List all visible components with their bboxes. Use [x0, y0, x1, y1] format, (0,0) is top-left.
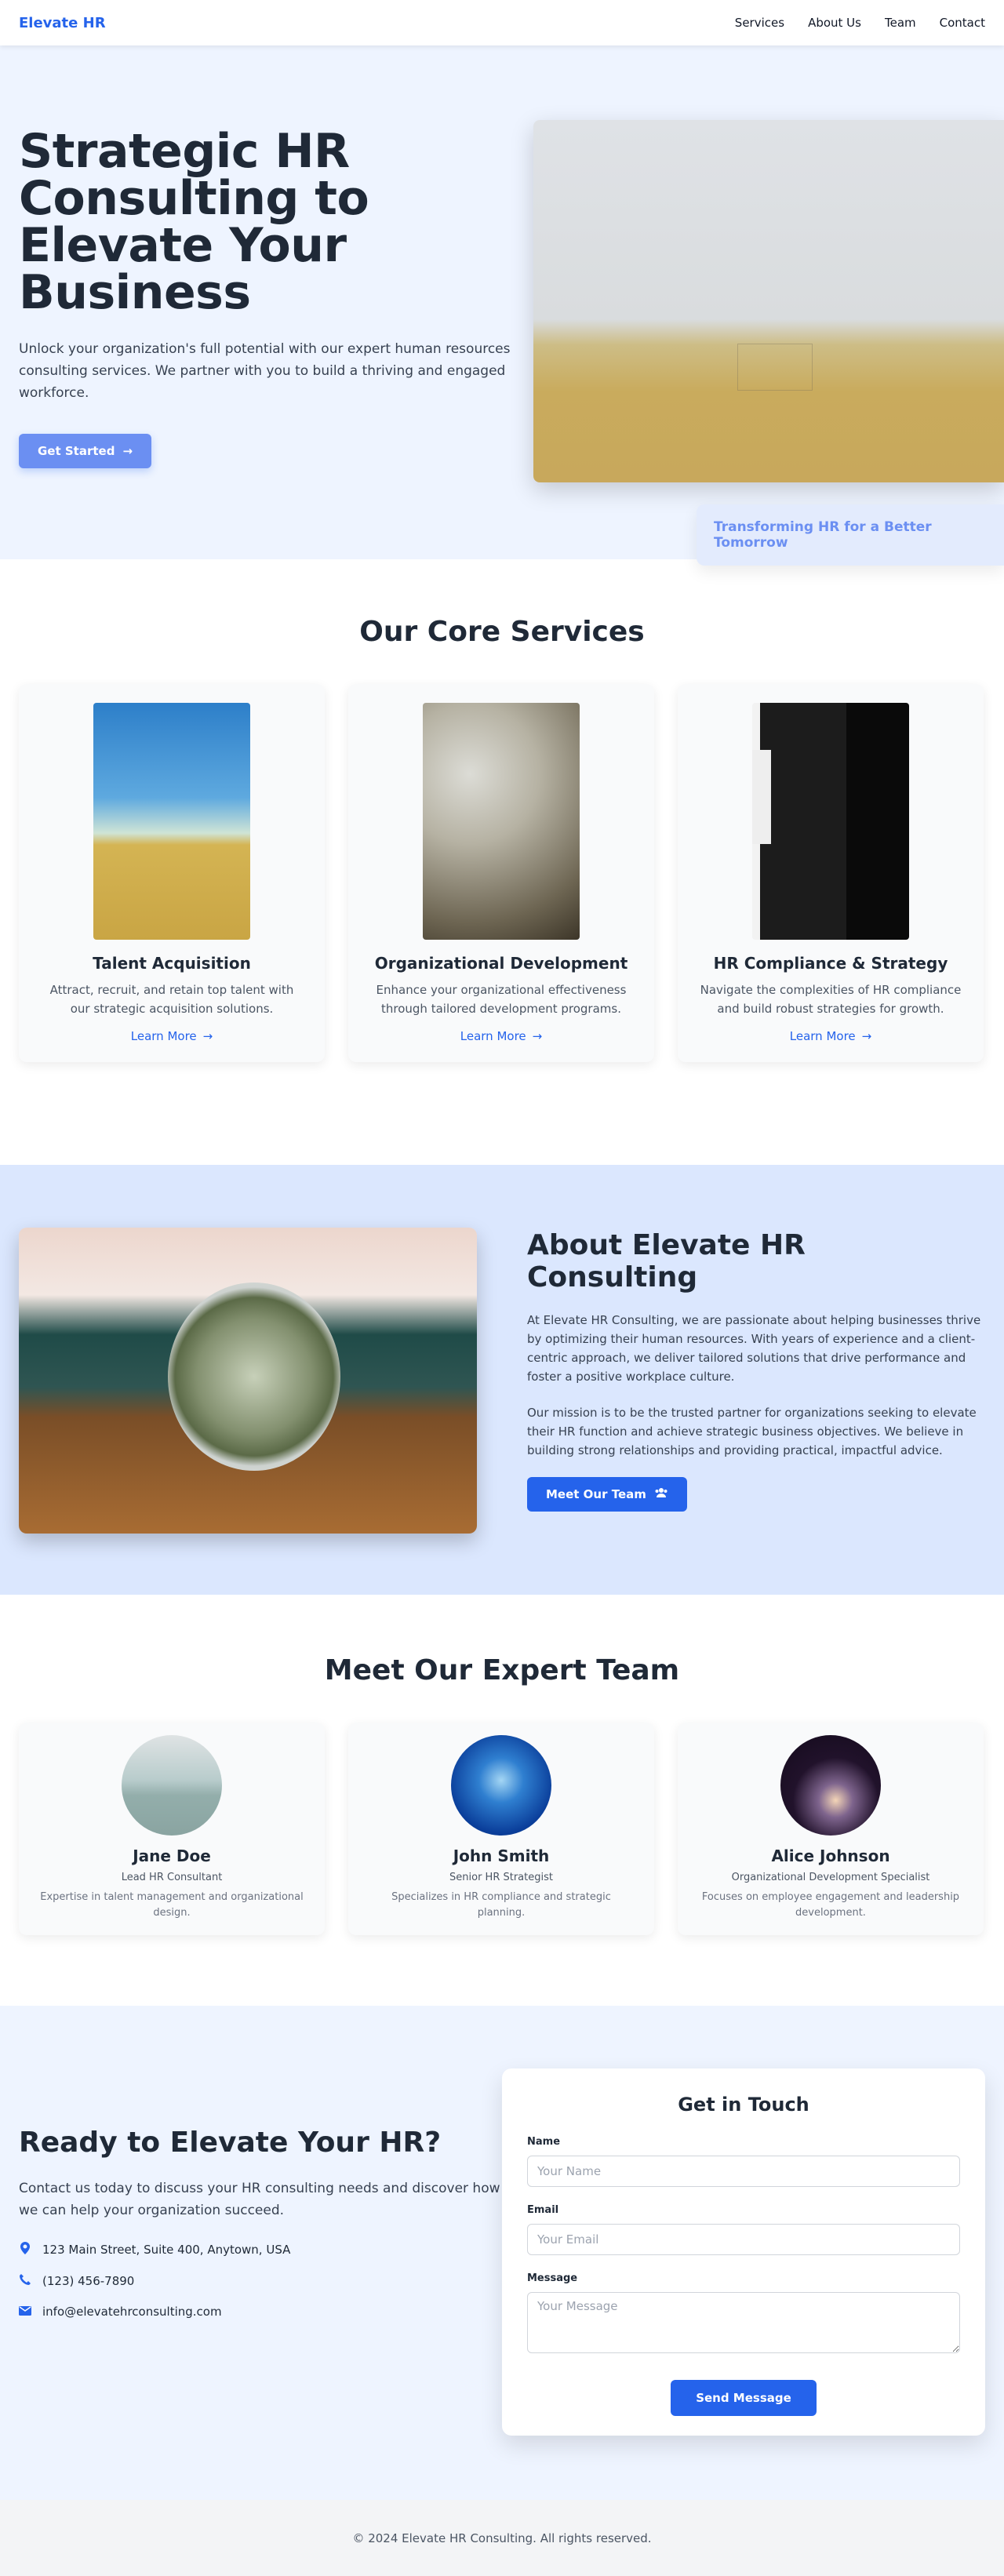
arrow-right-icon: →	[532, 1029, 543, 1043]
contact-phone: (123) 456-7890	[19, 2273, 505, 2289]
top-navigation: Elevate HR Services About Us Team Contac…	[0, 0, 1004, 45]
name-field[interactable]	[527, 2156, 960, 2187]
hero-caption: Transforming HR for a Better Tomorrow	[697, 504, 1004, 566]
arrow-right-icon: →	[861, 1029, 872, 1043]
nav-link-contact[interactable]: Contact	[940, 16, 985, 30]
about-paragraph-1: At Elevate HR Consulting, we are passion…	[527, 1313, 981, 1384]
get-started-button[interactable]: Get Started →	[19, 434, 152, 468]
member-role: Lead HR Consultant	[121, 1872, 223, 1883]
service-card-compliance: HR Compliance & Strategy Navigate the co…	[678, 684, 984, 1062]
services-title: Our Core Services	[359, 616, 645, 648]
service-title: HR Compliance & Strategy	[713, 954, 948, 973]
about-paragraph-2: Our mission is to be the trusted partner…	[527, 1406, 977, 1457]
service-card-talent: Talent Acquisition Attract, recruit, and…	[19, 684, 325, 1062]
member-name: Alice Johnson	[771, 1846, 890, 1865]
avatar	[122, 1735, 222, 1836]
form-title: Get in Touch	[678, 2094, 809, 2116]
contact-address: 123 Main Street, Suite 400, Anytown, USA	[19, 2242, 505, 2258]
learn-more-link[interactable]: Learn More →	[131, 1029, 213, 1043]
service-image-wheat-field	[93, 703, 250, 940]
meet-our-team-label: Meet Our Team	[546, 1487, 646, 1501]
map-marker-icon	[19, 2242, 31, 2258]
footer: © 2024 Elevate HR Consulting. All rights…	[0, 2500, 1004, 2576]
name-label: Name	[527, 2136, 561, 2148]
hero-section: Strategic HR Consulting to Elevate Your …	[0, 45, 1004, 566]
email-text[interactable]: info@elevatehrconsulting.com	[42, 2305, 222, 2319]
arrow-right-icon: →	[202, 1029, 213, 1043]
team-cards: Jane Doe Lead HR Consultant Expertise in…	[0, 1723, 1004, 1935]
brand-logo[interactable]: Elevate HR	[19, 15, 106, 31]
arrow-right-icon: →	[122, 444, 133, 458]
email-field[interactable]	[527, 2224, 960, 2255]
services-section: Our Core Services Talent Acquisition Att…	[0, 559, 1004, 1165]
footer-copyright: © 2024 Elevate HR Consulting. All rights…	[352, 2531, 652, 2545]
service-image-doorway	[752, 703, 909, 940]
member-role: Organizational Development Specialist	[731, 1872, 930, 1883]
nav-link-services[interactable]: Services	[735, 16, 784, 30]
hero-image-frame	[737, 344, 813, 391]
message-label: Message	[527, 2272, 578, 2284]
avatar	[780, 1735, 881, 1836]
cactus-shape	[168, 1283, 340, 1471]
member-desc: Focuses on employee engagement and leade…	[701, 1891, 960, 1919]
hero-content: Strategic HR Consulting to Elevate Your …	[19, 124, 511, 468]
avatar	[451, 1735, 551, 1836]
contact-info: Ready to Elevate Your HR? Contact us tod…	[19, 2127, 505, 2334]
learn-more-label: Learn More	[130, 1029, 197, 1043]
service-image-rainy-window	[423, 703, 580, 940]
hero-subtitle: Unlock your organization's full potentia…	[19, 341, 511, 401]
about-image-cactus	[19, 1228, 477, 1534]
nav-link-team[interactable]: Team	[885, 16, 916, 30]
envelope-icon	[19, 2305, 31, 2319]
service-text: Navigate the complexities of HR complian…	[700, 983, 962, 1016]
email-label: Email	[527, 2204, 559, 2216]
nav-link-about[interactable]: About Us	[808, 16, 861, 30]
meet-our-team-button[interactable]: Meet Our Team	[527, 1477, 687, 1512]
service-title: Organizational Development	[374, 954, 628, 973]
service-title: Talent Acquisition	[93, 954, 251, 973]
team-section: Meet Our Expert Team Jane Doe Lead HR Co…	[0, 1595, 1004, 2006]
about-section: About Elevate HR Consulting At Elevate H…	[0, 1165, 1004, 1595]
service-card-org-dev: Organizational Development Enhance your …	[348, 684, 654, 1062]
member-name: Jane Doe	[133, 1846, 211, 1865]
contact-list: 123 Main Street, Suite 400, Anytown, USA…	[19, 2242, 505, 2319]
member-desc: Specializes in HR compliance and strateg…	[391, 1891, 611, 1919]
contact-title: Ready to Elevate Your HR?	[19, 2127, 442, 2159]
contact-text: Contact us today to discuss your HR cons…	[19, 2181, 500, 2218]
hero-image	[533, 120, 1004, 482]
learn-more-label: Learn More	[789, 1029, 856, 1043]
learn-more-link[interactable]: Learn More →	[460, 1029, 542, 1043]
services-cards: Talent Acquisition Attract, recruit, and…	[0, 684, 1004, 1062]
about-content: About Elevate HR Consulting At Elevate H…	[527, 1229, 985, 1512]
nav-links: Services About Us Team Contact	[735, 16, 985, 30]
team-card-alice: Alice Johnson Organizational Development…	[678, 1723, 984, 1935]
contact-form: Get in Touch Name Email Message Send Mes…	[502, 2068, 985, 2436]
service-text: Attract, recruit, and retain top talent …	[49, 983, 294, 1016]
phone-text[interactable]: (123) 456-7890	[42, 2274, 134, 2288]
service-text: Enhance your organizational effectivenes…	[376, 983, 627, 1016]
team-card-jane: Jane Doe Lead HR Consultant Expertise in…	[19, 1723, 325, 1935]
team-title: Meet Our Expert Team	[324, 1654, 680, 1686]
hero-title: Strategic HR Consulting to Elevate Your …	[19, 124, 369, 320]
contact-section: Ready to Elevate Your HR? Contact us tod…	[0, 2006, 1004, 2500]
member-name: John Smith	[453, 1846, 550, 1865]
member-role: Senior HR Strategist	[449, 1872, 553, 1883]
address-text: 123 Main Street, Suite 400, Anytown, USA	[42, 2243, 291, 2257]
send-message-button[interactable]: Send Message	[671, 2380, 817, 2416]
team-card-john: John Smith Senior HR Strategist Speciali…	[348, 1723, 654, 1935]
get-started-label: Get Started	[38, 444, 115, 458]
about-title: About Elevate HR Consulting	[527, 1229, 806, 1293]
phone-icon	[19, 2273, 31, 2289]
learn-more-link[interactable]: Learn More →	[790, 1029, 871, 1043]
message-field[interactable]	[527, 2292, 960, 2353]
member-desc: Expertise in talent management and organ…	[40, 1891, 304, 1919]
learn-more-label: Learn More	[460, 1029, 526, 1043]
contact-email: info@elevatehrconsulting.com	[19, 2305, 505, 2319]
users-icon	[654, 1487, 668, 1501]
